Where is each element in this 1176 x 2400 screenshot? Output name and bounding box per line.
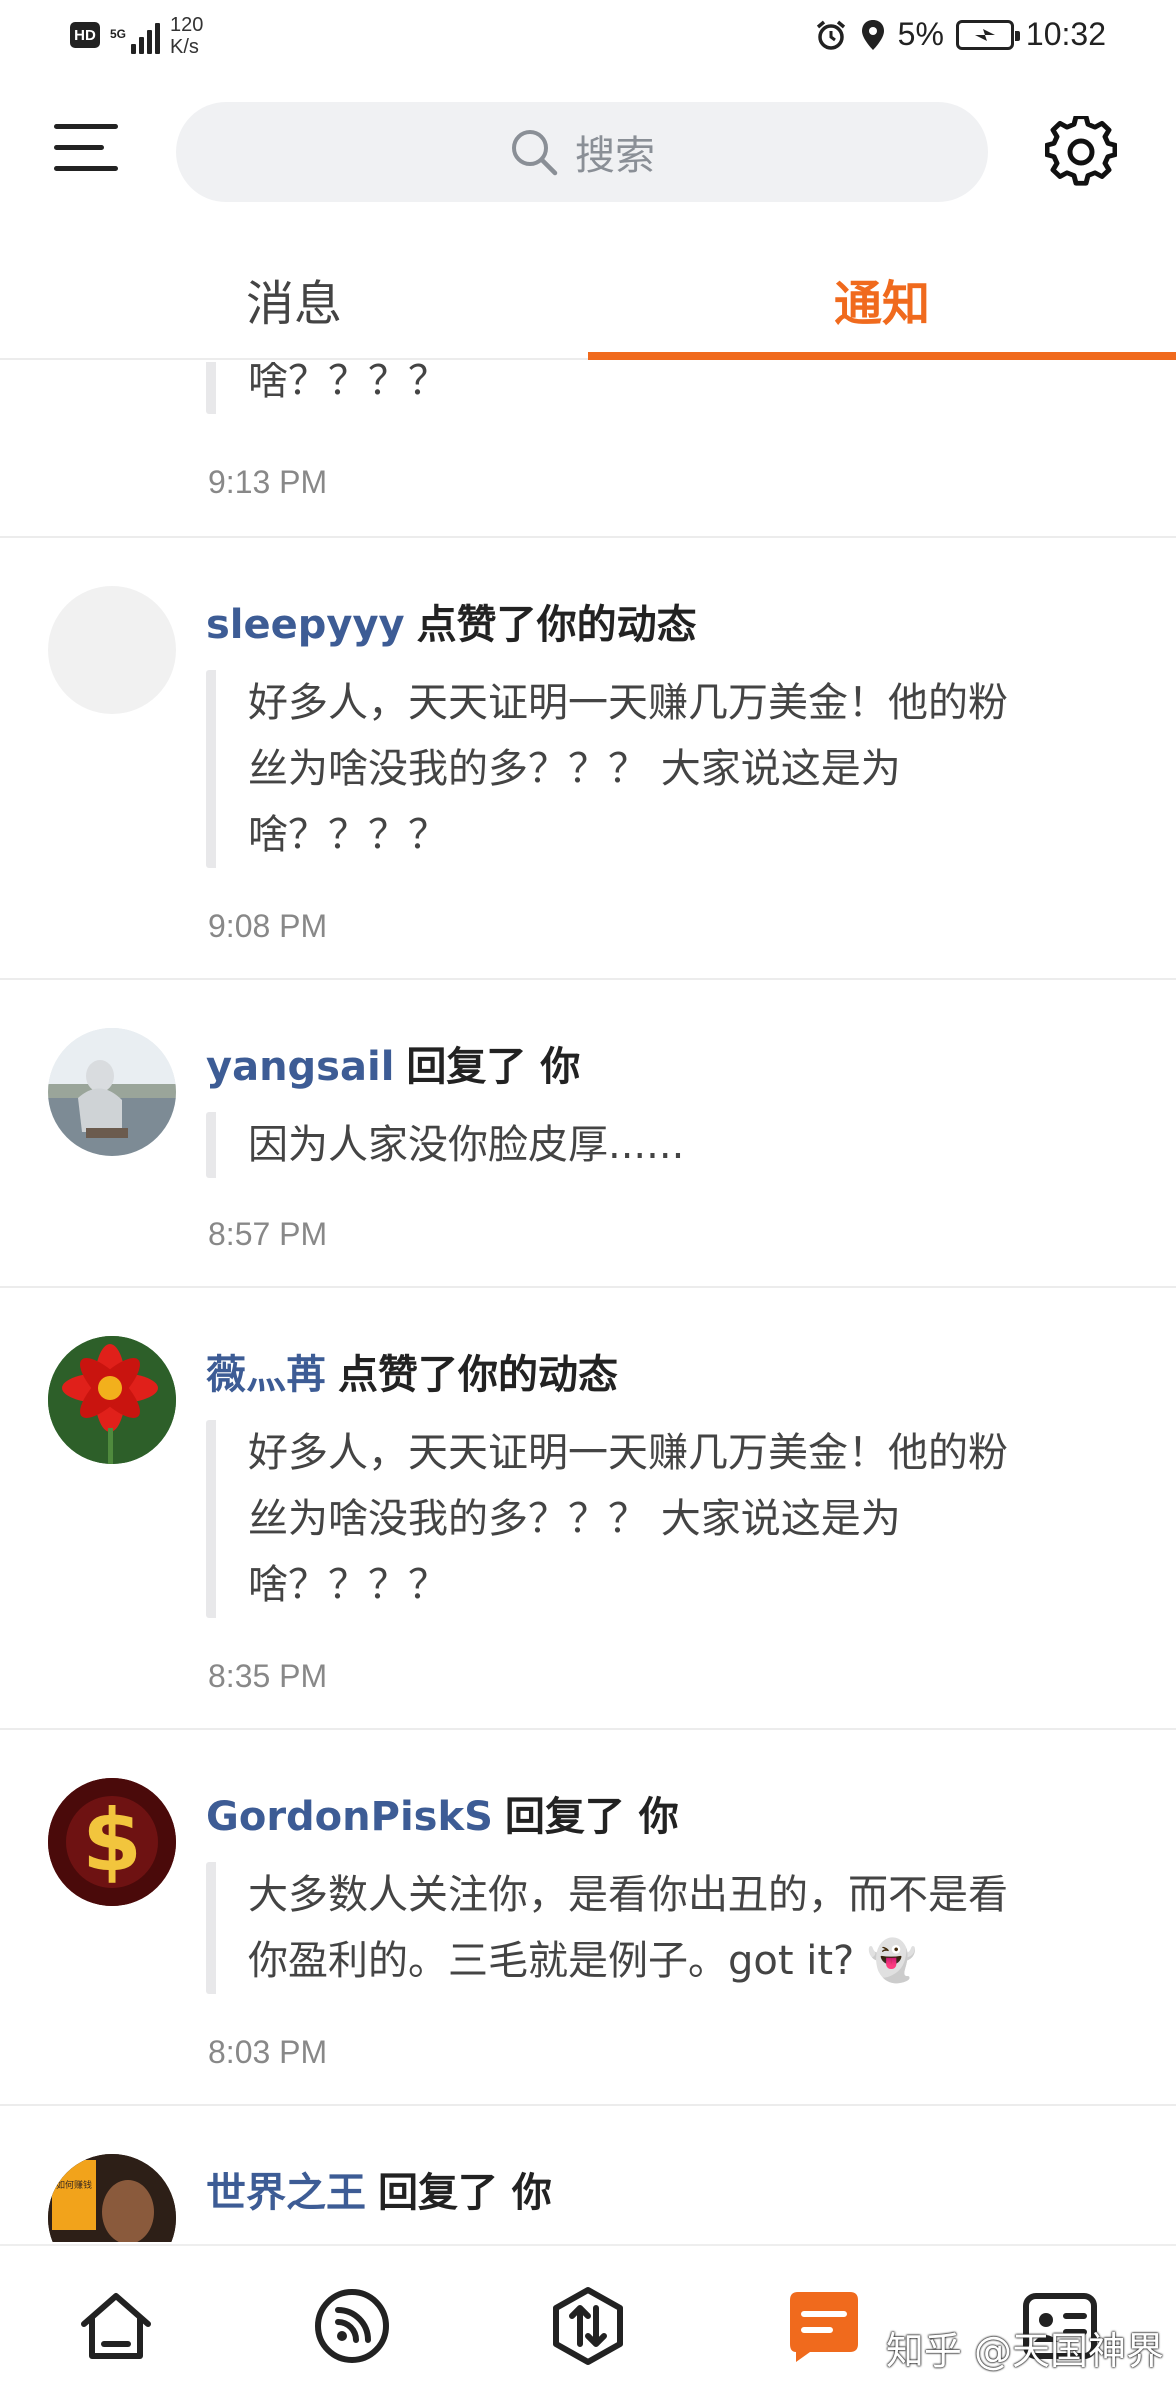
quoted-post: 啥？？？？ xyxy=(206,362,1126,414)
watermark: 知乎 @天国神界 xyxy=(885,2329,1164,2373)
menu-icon[interactable] xyxy=(50,120,120,180)
avatar[interactable] xyxy=(48,1336,176,1464)
notification-item[interactable]: sleepyyy 点赞了你的动态 好多人，天天证明一天赚几万美金！他的粉 丝为啥没… xyxy=(0,538,1176,980)
notification-item[interactable]: $ GordonPiskS 回复了 你 大多数人关注你，是看你出丑的，而不是看 你… xyxy=(0,1730,1176,2106)
action-text: 回复了 你 xyxy=(406,1044,581,1090)
net-speed-unit: K/s xyxy=(170,36,199,58)
tab-notifications[interactable]: 通知 xyxy=(588,240,1176,358)
notification-time: 9:08 PM xyxy=(208,908,328,944)
avatar[interactable]: $ xyxy=(48,1778,176,1906)
net-speed: 120 K/s xyxy=(170,14,203,58)
username-link[interactable]: 世界之王 xyxy=(206,2170,366,2216)
notification-headline: yangsail 回复了 你 xyxy=(206,1034,580,1092)
username-link[interactable]: 薇灬苒 xyxy=(206,1352,326,1398)
search-input[interactable]: 搜索 xyxy=(176,102,988,202)
net-speed-value: 120 xyxy=(170,14,204,36)
signal-icon: 5G xyxy=(110,14,161,54)
tab-messages[interactable]: 消息 xyxy=(0,240,588,358)
username-link[interactable]: yangsail xyxy=(206,1044,394,1090)
bottom-navigation: 知乎 @天国神界 xyxy=(0,2244,1176,2400)
network-label: 5G xyxy=(110,26,127,41)
notification-time: 8:57 PM xyxy=(208,1216,328,1252)
notification-item[interactable]: yangsail 回复了 你 因为人家没你脸皮厚...... 8:57 PM xyxy=(0,980,1176,1288)
tab-bar: 消息 通知 xyxy=(0,240,1176,360)
notification-time: 8:35 PM xyxy=(208,1658,328,1694)
quote-line: 啥？？？？ xyxy=(248,812,448,858)
quoted-reply[interactable]: 大多数人关注你，是看你出丑的，而不是看 你盈利的。三毛就是例子。got it? … xyxy=(206,1862,1126,1994)
avatar-photo xyxy=(48,1336,176,1464)
username-link[interactable]: GordonPiskS xyxy=(206,1794,493,1840)
action-text: 点赞了你的动态 xyxy=(338,1352,618,1398)
quoted-reply[interactable]: 因为人家没你脸皮厚...... xyxy=(206,1112,1126,1178)
notification-list: 啥？？？？ 9:13 PM sleepyyy 点赞了你的动态 好多人，天天证明一天… xyxy=(0,362,1176,2242)
notification-headline: 世界之王 回复了 你 xyxy=(206,2160,552,2218)
active-tab-indicator xyxy=(588,352,1176,360)
avatar[interactable]: 如何赚钱 xyxy=(48,2154,176,2242)
quoted-post[interactable]: 好多人，天天证明一天赚几万美金！他的粉 丝为啥没我的多？？？ 大家说这是为 啥？… xyxy=(206,670,1126,868)
quote-line: 丝为啥没我的多？？？ 大家说这是为 xyxy=(248,746,901,792)
alarm-icon xyxy=(816,20,845,50)
message-icon[interactable] xyxy=(784,2286,864,2366)
avatar[interactable] xyxy=(48,586,176,714)
header: 搜索 xyxy=(0,90,1176,210)
hd-icon: HD xyxy=(70,22,100,48)
feed-icon[interactable] xyxy=(312,2286,392,2366)
action-text: 点赞了你的动态 xyxy=(416,602,697,648)
search-icon xyxy=(512,130,558,176)
notifications-screen: HD 5G 120 K/s 5% 10:32 搜索 消息 通知 啥？？？？ 9:… xyxy=(0,0,1176,2400)
notification-time: 8:03 PM xyxy=(208,2034,328,2070)
avatar-book-title: 如何赚钱 xyxy=(56,2179,92,2191)
quote-line: 啥？？？？ xyxy=(248,1562,448,1608)
quote-line: 好多人，天天证明一天赚几万美金！他的粉 xyxy=(248,680,1008,726)
notification-headline: sleepyyy 点赞了你的动态 xyxy=(206,592,697,650)
quote-line: 你盈利的。三毛就是例子。got it? 👻 xyxy=(248,1938,917,1984)
avatar-photo: $ xyxy=(48,1778,176,1906)
quoted-post[interactable]: 好多人，天天证明一天赚几万美金！他的粉 丝为啥没我的多？？？ 大家说这是为 啥？… xyxy=(206,1420,1126,1618)
avatar-photo: 如何赚钱 xyxy=(48,2154,176,2242)
location-icon xyxy=(861,19,884,50)
battery-icon xyxy=(955,19,1020,50)
quote-line: 丝为啥没我的多？？？ 大家说这是为 xyxy=(248,1496,901,1542)
home-icon[interactable] xyxy=(76,2286,156,2366)
notification-time: 9:13 PM xyxy=(208,464,328,500)
notification-item[interactable]: 啥？？？？ 9:13 PM xyxy=(0,362,1176,538)
quote-line: 好多人，天天证明一天赚几万美金！他的粉 xyxy=(248,1430,1008,1476)
action-text: 回复了 你 xyxy=(378,2170,552,2216)
avatar[interactable] xyxy=(48,1028,176,1156)
status-bar: HD 5G 120 K/s 5% 10:32 xyxy=(0,0,1176,74)
svg-text:$: $ xyxy=(82,1791,142,1891)
quote-line: 啥？？？？ xyxy=(248,362,448,404)
username-link[interactable]: sleepyyy xyxy=(206,602,405,648)
action-text: 回复了 你 xyxy=(504,1794,679,1840)
notification-headline: 薇灬苒 点赞了你的动态 xyxy=(206,1342,618,1400)
search-placeholder: 搜索 xyxy=(575,133,655,179)
quote-line: 因为人家没你脸皮厚...... xyxy=(248,1122,685,1168)
notification-headline: GordonPiskS 回复了 你 xyxy=(206,1784,679,1842)
notification-item[interactable]: 薇灬苒 点赞了你的动态 好多人，天天证明一天赚几万美金！他的粉 丝为啥没我的多？？… xyxy=(0,1288,1176,1730)
battery-percent: 5% xyxy=(897,16,944,52)
notification-item[interactable]: 如何赚钱 世界之王 回复了 你 xyxy=(0,2106,1176,2242)
avatar-photo xyxy=(48,1028,176,1156)
gear-icon[interactable] xyxy=(1045,116,1117,188)
clock: 10:32 xyxy=(1025,16,1106,52)
trade-icon[interactable] xyxy=(548,2286,628,2366)
quote-line: 大多数人关注你，是看你出丑的，而不是看 xyxy=(248,1872,1008,1918)
